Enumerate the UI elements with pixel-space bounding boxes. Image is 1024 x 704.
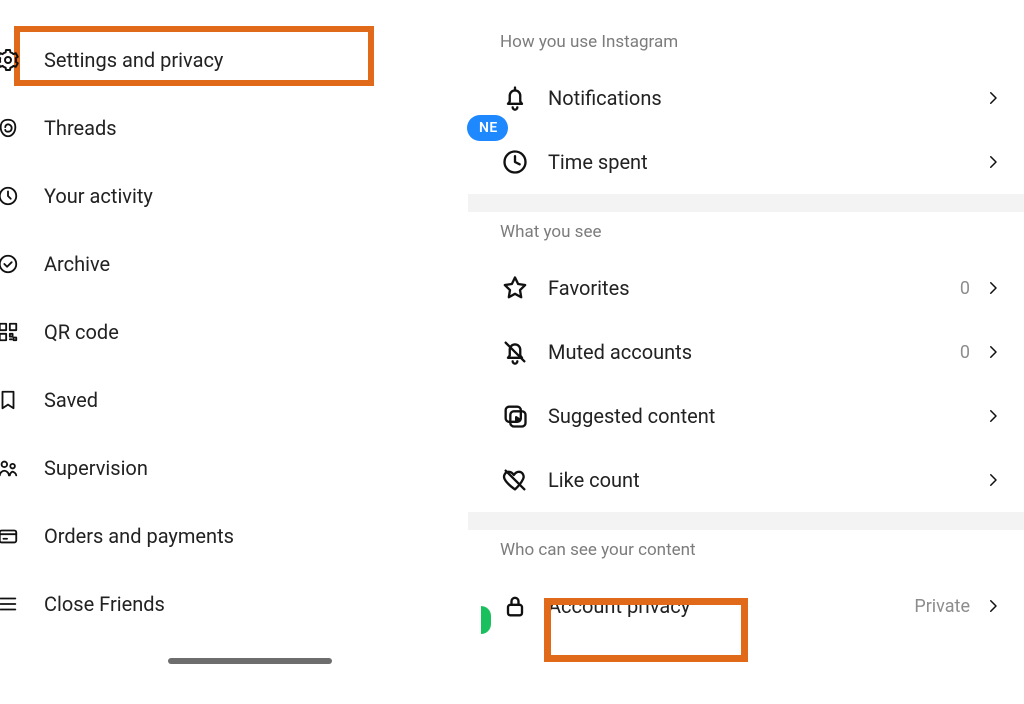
- settings-detail: How you use Instagram Notifications Time…: [486, 0, 1024, 704]
- chevron-right-icon: [984, 597, 1002, 615]
- row-value: 0: [960, 342, 970, 363]
- bell-icon: [500, 83, 530, 113]
- activity-icon: [0, 183, 20, 209]
- threads-icon: [0, 115, 20, 141]
- menu-item-label: Archive: [44, 252, 110, 276]
- menu-item-label: Close Friends: [44, 592, 165, 616]
- chevron-right-icon: [984, 153, 1002, 171]
- row-label: Like count: [548, 468, 984, 492]
- section-header-who-can-see: Who can see your content: [486, 530, 1024, 574]
- row-favorites[interactable]: Favorites 0: [486, 256, 1024, 320]
- menu-item-close-friends[interactable]: Close Friends: [0, 570, 486, 638]
- bookmark-icon: [0, 387, 20, 413]
- menu-item-threads[interactable]: Threads: [0, 94, 486, 162]
- row-value: 0: [960, 278, 970, 299]
- archive-icon: [0, 251, 20, 277]
- qr-code-icon: [0, 319, 20, 345]
- row-notifications[interactable]: Notifications: [486, 66, 1024, 130]
- menu-item-label: Saved: [44, 388, 98, 412]
- profile-menu: Settings and privacy Threads Your activi…: [0, 0, 486, 704]
- section-header-what-you-see: What you see: [486, 212, 1024, 256]
- menu-item-qr-code[interactable]: QR code: [0, 298, 486, 366]
- chevron-right-icon: [984, 407, 1002, 425]
- list-icon: [0, 591, 20, 617]
- menu-item-label: Settings and privacy: [44, 48, 223, 72]
- row-like-count[interactable]: Like count: [486, 448, 1024, 512]
- section-header-how-you-use: How you use Instagram: [486, 22, 1024, 66]
- menu-item-your-activity[interactable]: Your activity: [0, 162, 486, 230]
- menu-item-label: Threads: [44, 116, 117, 140]
- chevron-right-icon: [984, 471, 1002, 489]
- menu-item-label: Your activity: [44, 184, 153, 208]
- menu-item-archive[interactable]: Archive: [0, 230, 486, 298]
- menu-item-label: Supervision: [44, 456, 148, 480]
- supervision-icon: [0, 455, 20, 481]
- menu-item-label: QR code: [44, 320, 119, 344]
- menu-item-orders-payments[interactable]: Orders and payments: [0, 502, 486, 570]
- section-divider: [468, 194, 1024, 212]
- row-muted-accounts[interactable]: Muted accounts 0: [486, 320, 1024, 384]
- clock-icon: [500, 147, 530, 177]
- card-icon: [0, 523, 20, 549]
- row-label: Notifications: [548, 86, 984, 110]
- chevron-right-icon: [984, 343, 1002, 361]
- menu-item-label: Orders and payments: [44, 524, 234, 548]
- heart-off-icon: [500, 465, 530, 495]
- media-icon: [500, 401, 530, 431]
- row-suggested-content[interactable]: Suggested content: [486, 384, 1024, 448]
- menu-item-supervision[interactable]: Supervision: [0, 434, 486, 502]
- row-account-privacy[interactable]: Account privacy Private: [486, 574, 1024, 638]
- menu-item-settings-privacy[interactable]: Settings and privacy: [0, 26, 486, 94]
- home-indicator: [168, 658, 332, 664]
- menu-item-saved[interactable]: Saved: [0, 366, 486, 434]
- chevron-right-icon: [984, 89, 1002, 107]
- star-icon: [500, 273, 530, 303]
- row-label: Account privacy: [548, 594, 914, 618]
- bell-off-icon: [500, 337, 530, 367]
- row-time-spent[interactable]: Time spent: [486, 130, 1024, 194]
- row-label: Time spent: [548, 150, 984, 174]
- section-divider: [468, 512, 1024, 530]
- row-label: Suggested content: [548, 404, 984, 428]
- row-label: Favorites: [548, 276, 960, 300]
- row-label: Muted accounts: [548, 340, 960, 364]
- lock-icon: [500, 591, 530, 621]
- row-value: Private: [914, 596, 970, 617]
- chevron-right-icon: [984, 279, 1002, 297]
- gear-icon: [0, 47, 20, 73]
